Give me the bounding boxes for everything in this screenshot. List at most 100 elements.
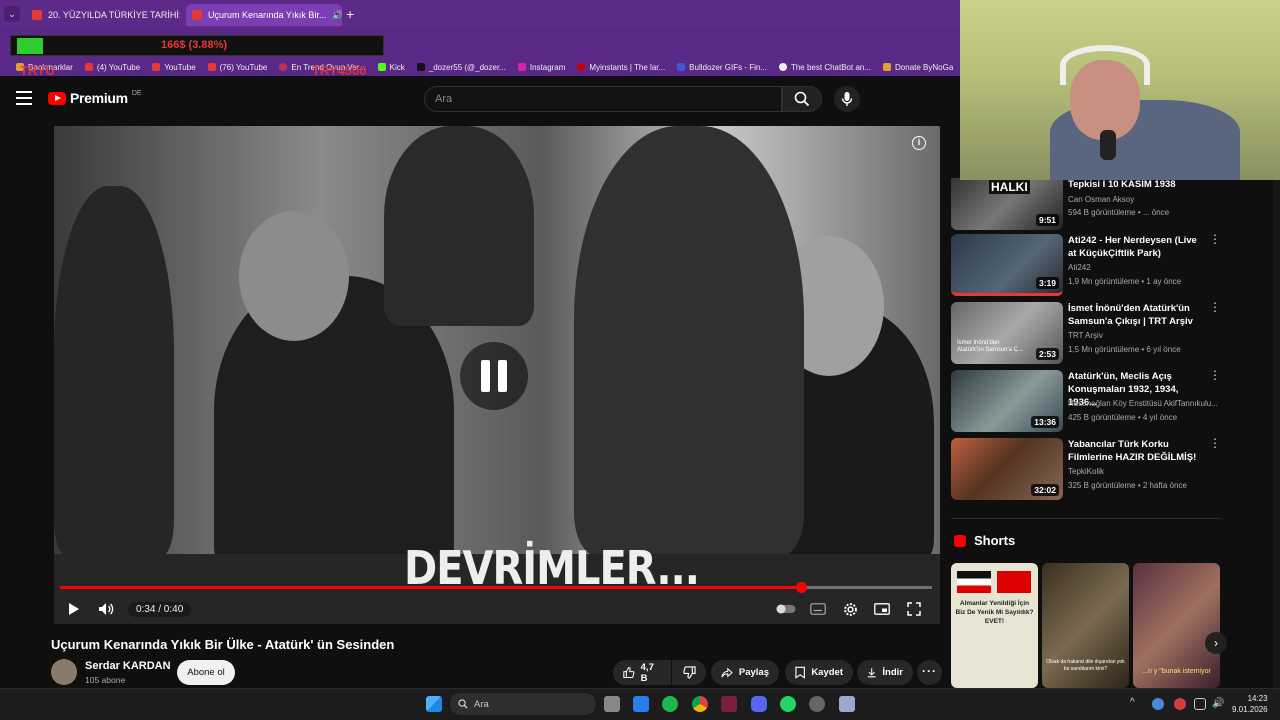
video-meta: 594 B görüntüleme • ... önce [1068,208,1170,217]
channel-name[interactable]: Can Osman Aksoy [1068,195,1134,204]
play-icon [69,603,79,615]
more-vertical-icon[interactable]: ⋮ [1209,301,1221,313]
bookmark-item[interactable]: (76) YouTube [202,63,274,72]
thumbs-down-icon [682,666,696,679]
channel-name[interactable]: Hasanoğlan Köy Enstitüsü AkifTannıkulu..… [1068,399,1218,408]
more-actions-button[interactable]: ··· [917,660,942,685]
windows-start-icon[interactable] [426,696,442,712]
recommendation-item[interactable]: 32:02 Yabancılar Türk Korku Filmlerine H… [951,437,1221,500]
video-player[interactable]: DEVRİMLER... i 0:34 / 0:40 [54,126,940,624]
video-thumbnail[interactable]: HALKI 9:51 [951,178,1063,230]
browser-tab-1[interactable]: 20. YÜZYILDA TÜRKİYE TARİHİ: ... ✕ [26,4,180,26]
bookmark-icon [795,666,805,679]
subscribe-button[interactable]: Abone ol [177,660,235,685]
subtitles-button[interactable] [806,594,830,624]
bookmark-item[interactable]: The best ChatBot an... [773,63,877,72]
hamburger-menu-icon[interactable] [16,91,32,105]
channel-name[interactable]: TepkiKolik [1068,467,1104,476]
bookmark-item[interactable]: YouTube [146,63,201,72]
video-thumbnail[interactable]: 13:36 [951,370,1063,432]
page-scrollbar[interactable] [1273,180,1280,688]
obs-icon[interactable] [809,696,825,712]
channel-avatar[interactable] [51,659,77,685]
youtube-premium-logo[interactable]: Premium DE [48,90,142,106]
bookmark-item[interactable]: Kick [372,63,411,72]
video-thumbnail[interactable]: 32:02 [951,438,1063,500]
video-duration: 9:51 [1035,214,1059,226]
short-item[interactable]: ...n y "bunak istemiyor [1133,563,1220,688]
more-vertical-icon[interactable]: ⋮ [1209,437,1221,449]
microphone-icon [841,92,853,106]
time-display: 0:34 / 0:40 [128,602,192,617]
pause-indicator[interactable] [460,342,528,410]
taskbar-search[interactable]: Ara [450,693,596,715]
chevron-up-icon[interactable]: ^ [1130,697,1135,708]
recommendation-item[interactable]: 13:36 Atatürk'ün, Meclis Açış Konuşmalar… [951,369,1221,432]
play-button[interactable] [62,594,86,624]
video-title[interactable]: Yabancılar Türk Korku Filmlerine HAZIR D… [1068,438,1206,464]
recommendation-item[interactable]: HALKI 9:51 Tepkisi I 10 KASIM 1938 Can O… [951,178,1221,230]
browser-tab-2-active[interactable]: Uçurum Kenarında Yıkık Bir... 🔊 ✕ [186,4,342,26]
voice-search-button[interactable] [834,86,860,112]
recommendation-item[interactable]: 3:19 Ati242 - Her Nerdeysen (Live at Küç… [951,233,1221,296]
video-title[interactable]: Ati242 - Her Nerdeysen (Live at KüçükÇif… [1068,234,1206,260]
store-icon[interactable] [633,696,649,712]
more-horizontal-icon: ··· [922,663,937,678]
volume-tray-icon[interactable]: 🔊 [1212,698,1224,710]
app-icon[interactable] [721,696,737,712]
progress-bar[interactable] [60,582,932,593]
info-icon[interactable]: i [912,136,926,150]
network-icon[interactable] [1194,698,1206,710]
bookmark-item[interactable]: Donate ByNoGa [877,63,959,72]
shorts-next-button[interactable]: › [1205,632,1227,654]
video-duration: 32:02 [1031,484,1059,496]
youtube-favicon-icon [32,10,42,20]
save-button[interactable]: Kaydet [785,660,853,685]
discord-icon[interactable] [751,696,767,712]
whatsapp-icon[interactable] [780,696,796,712]
video-thumbnail[interactable]: 3:19 [951,234,1063,296]
more-vertical-icon[interactable]: ⋮ [1209,369,1221,381]
fullscreen-button[interactable] [902,594,926,624]
speaker-icon[interactable]: 🔊 [332,10,342,21]
bookmark-item[interactable]: Instagram [512,63,572,72]
spotify-icon[interactable] [662,696,678,712]
search-button[interactable] [782,86,822,112]
youtube-icon [84,63,93,71]
myinstants-icon [577,63,586,71]
video-duration: 2:53 [1035,348,1059,360]
recommendation-item[interactable]: İsmet İnönü'den Atatürk'ün Samsun'a Ç...… [951,301,1221,364]
shorts-section-header: Shorts [954,533,1015,548]
tab-list-button[interactable]: ⌄ [4,6,20,22]
bookmark-item[interactable]: Myinstants | The lar... [571,63,671,72]
chrome-icon[interactable] [692,696,708,712]
app-icon[interactable] [839,696,855,712]
autoplay-toggle[interactable] [774,594,798,624]
globe-icon [279,63,288,71]
more-vertical-icon[interactable]: ⋮ [1209,233,1221,245]
bookmark-item[interactable]: (4) YouTube [79,63,146,72]
search-input[interactable]: Ara [424,86,782,112]
donate-icon [883,63,892,71]
like-button[interactable]: 4,7 B [613,660,671,685]
settings-button[interactable] [838,594,862,624]
bookmark-item[interactable]: Bulldozer GIFs - Fin... [671,63,773,72]
bookmark-item[interactable]: _dozer55 (@_dozer... [411,63,512,72]
new-tab-button[interactable]: + [346,6,354,22]
taskbar-clock[interactable]: 14:23 9.01.2026 [1232,693,1268,715]
video-title[interactable]: İsmet İnönü'den Atatürk'ün Samsun'a Çıkı… [1068,302,1206,328]
short-item[interactable]: Olsak da hakarat dile dışarıdan yok bu s… [1042,563,1129,688]
video-thumbnail[interactable]: İsmet İnönü'den Atatürk'ün Samsun'a Ç...… [951,302,1063,364]
miniplayer-button[interactable] [870,594,894,624]
share-button[interactable]: Paylaş [711,660,779,685]
channel-name[interactable]: Ati242 [1068,263,1091,272]
download-button[interactable]: İndir [857,660,913,685]
task-view-icon[interactable] [604,696,620,712]
volume-button[interactable] [94,594,118,624]
tray-icon[interactable] [1152,698,1164,710]
short-item[interactable]: Almanlar Yenildiği İçin Biz De Yenik Mi … [951,563,1038,688]
channel-name[interactable]: Serdar KARDAN [85,660,171,672]
dislike-button[interactable] [672,660,706,685]
microphone-tray-icon[interactable] [1174,698,1186,710]
channel-name[interactable]: TRT Arşiv [1068,331,1103,340]
